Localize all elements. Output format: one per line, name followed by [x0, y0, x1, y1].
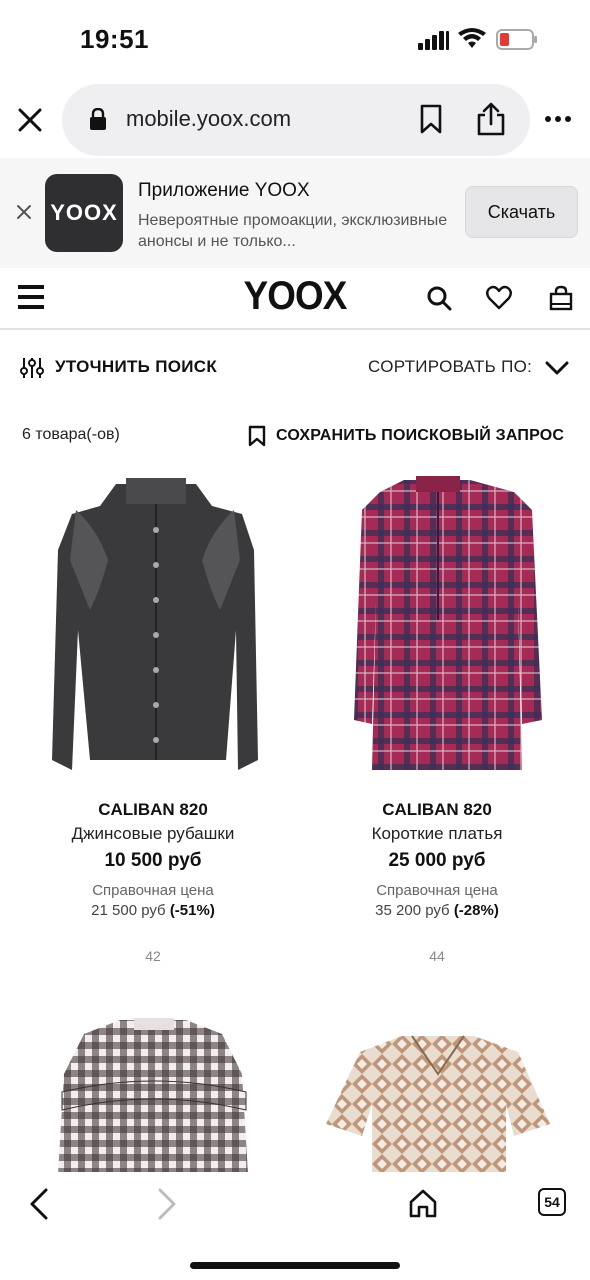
cellular-signal-icon	[418, 31, 449, 50]
banner-subtitle: Невероятные промоакции, эксклюзивные ано…	[138, 212, 448, 250]
banner-title: Приложение YOOX	[138, 180, 310, 201]
download-button[interactable]: Скачать	[465, 186, 578, 238]
share-icon[interactable]	[476, 102, 506, 136]
browser-bottom-toolbar: 54	[0, 1172, 590, 1280]
battery-low-icon	[496, 29, 537, 50]
reference-price: 35 200 руб (-28%)	[292, 902, 582, 919]
discount-badge: (-51%)	[169, 902, 215, 919]
save-search-label: СОХРАНИТЬ ПОИСКОВЫЙ ЗАПРОС	[276, 427, 565, 444]
app-promo-banner: YOOX Приложение YOOX Невероятные промоак…	[0, 158, 590, 268]
product-price: 10 500 руб	[104, 850, 202, 871]
shopping-bag-icon[interactable]	[548, 285, 574, 311]
product-size: 42	[145, 948, 161, 964]
home-icon[interactable]	[408, 1188, 438, 1218]
forward-arrow-icon[interactable]	[156, 1188, 178, 1220]
product-price: 25 000 руб	[388, 850, 486, 871]
reference-price-label: Справочная цена	[376, 882, 498, 899]
lock-icon	[90, 108, 106, 130]
chevron-down-icon[interactable]	[545, 360, 569, 376]
home-indicator	[190, 1262, 400, 1269]
site-logo[interactable]: YOOX	[24, 274, 567, 319]
close-icon[interactable]	[16, 106, 44, 134]
product-brand: CALIBAN 820	[98, 800, 208, 819]
filter-sliders-icon[interactable]	[20, 356, 44, 380]
product-brand: CALIBAN 820	[382, 800, 492, 819]
filter-sort-bar: УТОЧНИТЬ ПОИСК СОРТИРОВАТЬ ПО:	[0, 330, 590, 406]
product-image[interactable]	[8, 470, 298, 780]
tabs-count-button[interactable]: 54	[538, 1188, 566, 1216]
reference-price-value: 35 200 руб	[375, 902, 450, 919]
reference-price-value: 21 500 руб	[91, 902, 166, 919]
bookmark-icon	[248, 425, 266, 447]
discount-badge: (-28%)	[453, 902, 499, 919]
url-text: mobile.yoox.com	[126, 106, 292, 131]
site-header: YOOX	[0, 268, 590, 330]
status-bar: 19:51	[0, 0, 590, 80]
address-bar[interactable]: mobile.yoox.com	[62, 84, 530, 156]
product-size: 44	[429, 948, 445, 964]
search-icon[interactable]	[426, 285, 452, 311]
product-category: Джинсовые рубашки	[71, 824, 235, 843]
status-time: 19:51	[80, 24, 149, 54]
bookmark-icon[interactable]	[420, 104, 442, 134]
product-image[interactable]	[292, 470, 582, 780]
product-image[interactable]	[292, 1014, 582, 1174]
sort-by-button[interactable]: СОРТИРОВАТЬ ПО:	[368, 357, 532, 377]
reference-price: 21 500 руб (-51%)	[8, 902, 298, 919]
product-category: Короткие платья	[371, 824, 503, 843]
wishlist-heart-icon[interactable]	[486, 285, 512, 311]
refine-search-button[interactable]: УТОЧНИТЬ ПОИСК	[55, 357, 217, 377]
app-logo: YOOX	[45, 174, 123, 252]
product-card[interactable]	[8, 1014, 298, 1174]
banner-close-icon[interactable]	[16, 204, 32, 220]
back-arrow-icon[interactable]	[28, 1188, 50, 1220]
more-options-icon[interactable]	[544, 114, 572, 124]
results-count: 6 товара(-ов)	[22, 426, 120, 443]
product-image[interactable]	[8, 1014, 298, 1174]
browser-toolbar: mobile.yoox.com	[0, 84, 590, 158]
wifi-icon	[458, 28, 486, 48]
product-card[interactable]	[292, 1014, 582, 1174]
reference-price-label: Справочная цена	[92, 882, 214, 899]
